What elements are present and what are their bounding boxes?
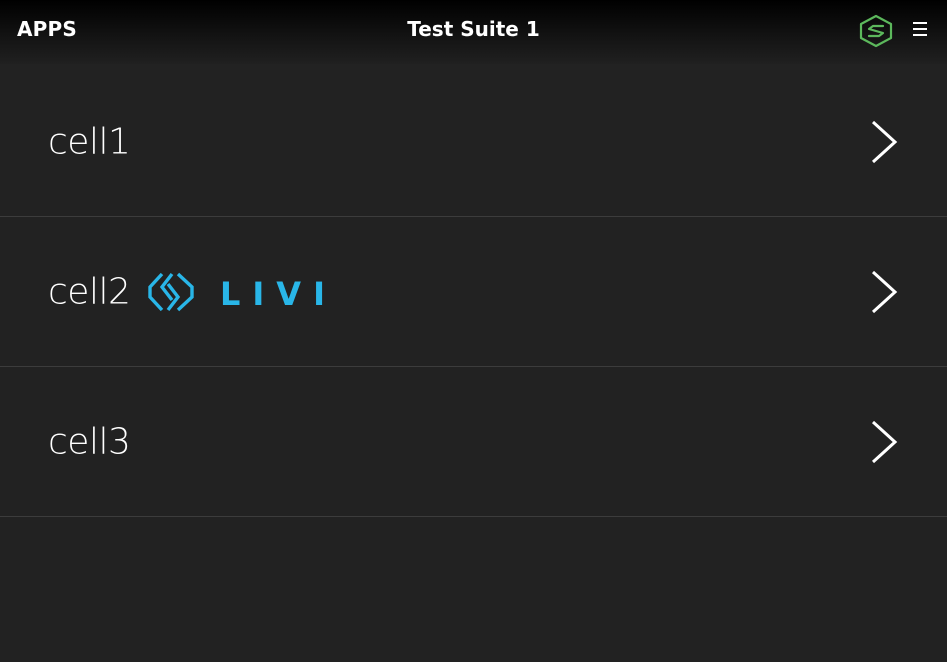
sdl-logo-icon[interactable] bbox=[858, 14, 894, 48]
list-item-cell3[interactable]: cell3 bbox=[0, 367, 947, 517]
cell-label: cell1 bbox=[48, 121, 131, 162]
hamburger-menu-icon[interactable] bbox=[913, 21, 928, 37]
page-title: Test Suite 1 bbox=[407, 17, 540, 41]
list-item-cell1[interactable]: cell1 bbox=[0, 67, 947, 217]
livio-logo: LIVIO bbox=[148, 272, 338, 313]
chevron-right-icon bbox=[871, 270, 898, 313]
cell-label: cell3 bbox=[48, 421, 131, 462]
chevron-right-icon bbox=[871, 120, 898, 163]
list-item-cell2[interactable]: cell2 LIVIO bbox=[0, 217, 947, 367]
livio-logo-text: LIVIO bbox=[220, 275, 338, 313]
menu-list: cell1 cell2 LIVIO cell3 bbox=[0, 67, 947, 517]
cell-label: cell2 bbox=[48, 271, 131, 312]
top-bar: APPS Test Suite 1 bbox=[0, 0, 947, 64]
chevron-right-icon bbox=[871, 420, 898, 463]
